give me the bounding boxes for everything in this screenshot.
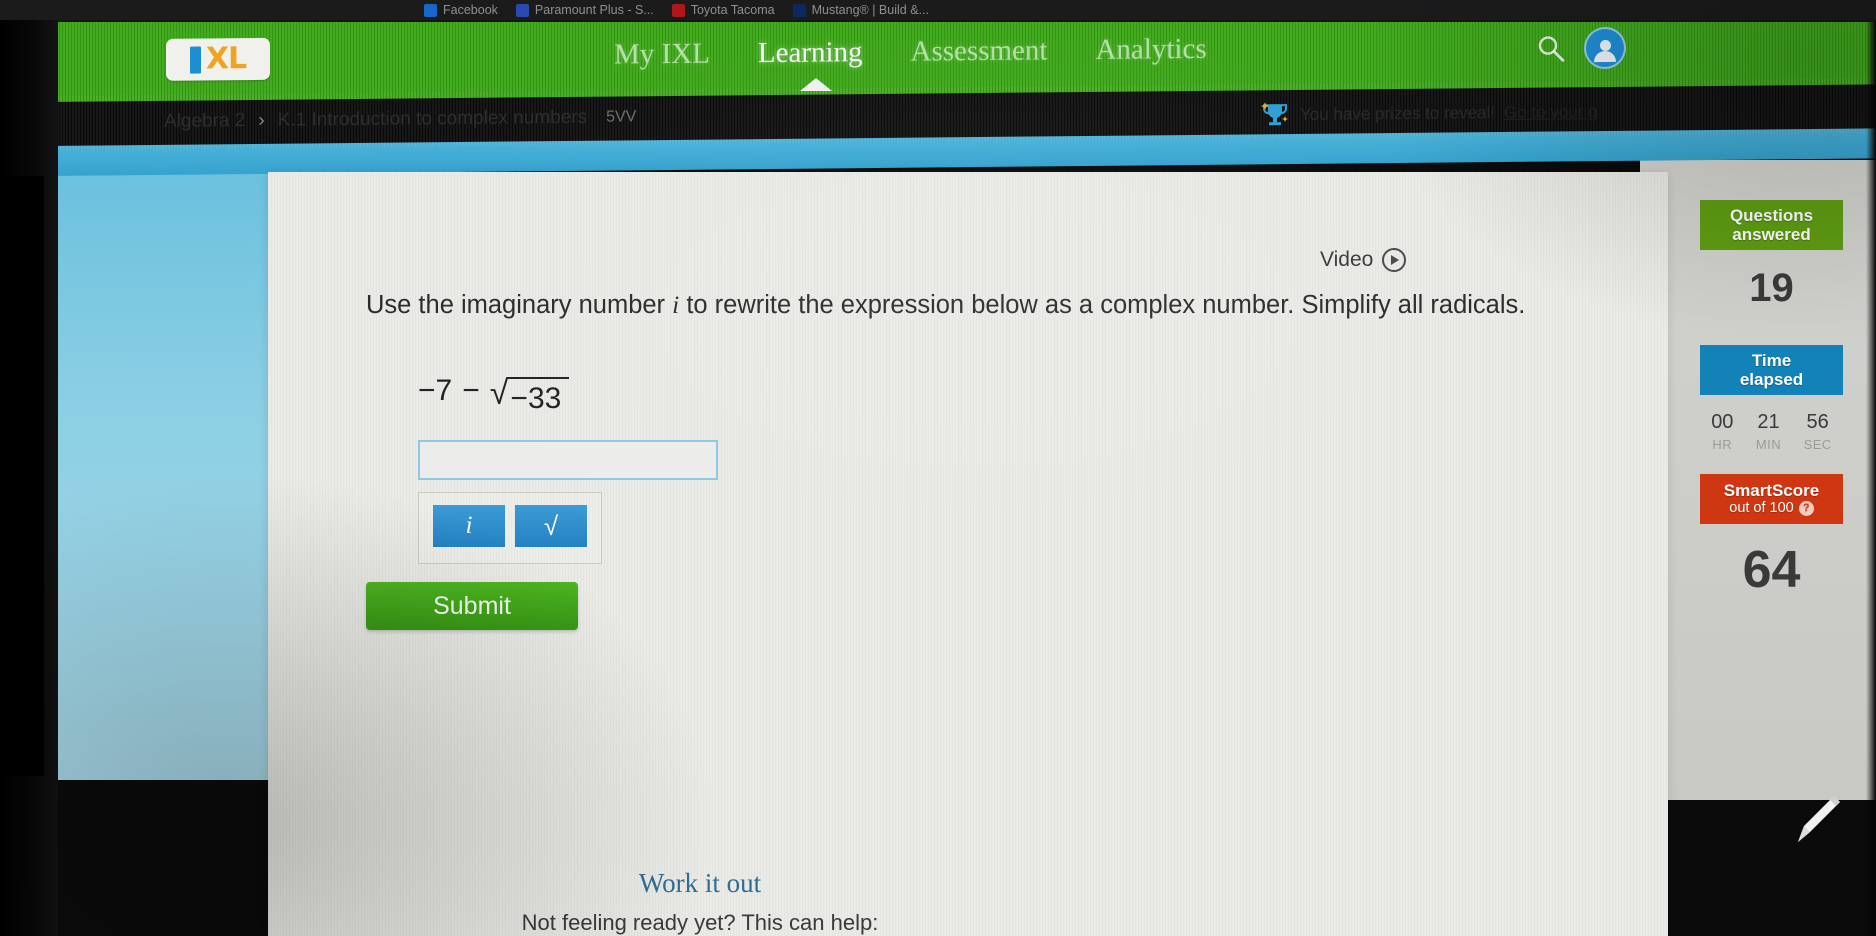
prompt-text-before: Use the imaginary number	[366, 291, 673, 319]
avatar-body	[1594, 50, 1616, 63]
browser-tab-title: Facebook	[443, 3, 498, 17]
expression-operator: −	[462, 374, 480, 407]
smartscore-value: 64	[1742, 541, 1801, 599]
questions-answered-title-2: answered	[1732, 225, 1811, 244]
not-ready-text: Not feeling ready yet? This can help:	[521, 910, 879, 935]
nav-item-learning[interactable]: Learning	[758, 36, 863, 70]
keypad-sqrt-button[interactable]: √	[515, 505, 587, 547]
timer-minutes-label: MIN	[1755, 437, 1782, 452]
timer-seconds: 56 SEC	[1804, 411, 1832, 452]
screenshot-root: Facebook Paramount Plus - S... Toyota Ta…	[0, 0, 1876, 936]
user-avatar-icon[interactable]	[1584, 26, 1626, 70]
ixl-logo[interactable]: XL	[166, 37, 270, 81]
active-nav-pointer	[800, 78, 832, 91]
prize-banner-link[interactable]: Go to your g	[1504, 102, 1598, 123]
nav-item-my-ixl[interactable]: My IXL	[614, 38, 710, 72]
expression-radical: √ −33	[490, 374, 570, 416]
browser-tab-title: Paramount Plus - S...	[534, 3, 654, 17]
smartscore-title: SmartScore	[1723, 481, 1820, 501]
timer-minutes: 21 MIN	[1756, 411, 1781, 452]
smartscore-subtitle: out of 100	[1729, 500, 1794, 517]
time-elapsed-title-2: elapsed	[1739, 370, 1804, 389]
breadcrumb-skill[interactable]: K.1 Introduction to complex numbers	[278, 107, 587, 132]
browser-tab[interactable]: Mustang® | Build &...	[789, 0, 943, 20]
browser-tab-title: Mustang® | Build &...	[811, 3, 929, 17]
facebook-icon	[424, 3, 437, 17]
question-prompt: Use the imaginary number i to rewrite th…	[366, 288, 1526, 323]
logo-i-bar	[189, 45, 201, 74]
breadcrumb-course[interactable]: Algebra 2	[164, 110, 245, 133]
skill-code: 5VV	[606, 108, 637, 126]
radical-sign-icon: √	[489, 374, 509, 412]
questions-answered-title-1: Questions	[1729, 205, 1814, 225]
pencil-icon	[1790, 790, 1842, 848]
nav-item-assessment[interactable]: Assessment	[911, 34, 1048, 68]
answer-input[interactable]	[418, 440, 718, 480]
logo-xl-text: XL	[205, 41, 247, 77]
work-it-out-link[interactable]: Work it out	[0, 868, 1400, 899]
question-mark-icon[interactable]: ?	[1798, 501, 1814, 516]
expression-radicand: −33	[508, 377, 570, 416]
timer-hours-label: HR	[1712, 437, 1733, 452]
math-expression: −7 − √ −33	[418, 374, 570, 416]
paramount-icon	[515, 3, 529, 17]
expression-leading-term: −7	[418, 374, 453, 407]
browser-tab[interactable]: Facebook	[420, 0, 512, 20]
timer-seconds-value: 56	[1806, 411, 1829, 433]
keypad-i-label: i	[465, 512, 473, 539]
browser-tab[interactable]: Toyota Tacoma	[668, 0, 789, 20]
questions-answered-badge: Questions answered	[1700, 200, 1843, 250]
play-circle-icon[interactable]	[1382, 248, 1407, 272]
search-icon[interactable]	[1536, 33, 1566, 63]
browser-tab-title: Toyota Tacoma	[690, 3, 775, 17]
smartscore-subtitle-row: out of 100 ?	[1729, 500, 1814, 516]
photo-frame-right	[1866, 22, 1876, 936]
time-elapsed-badge: Time elapsed	[1700, 345, 1843, 395]
nav-item-analytics[interactable]: Analytics	[1095, 33, 1206, 67]
chevron-right-icon: ›	[258, 109, 265, 131]
submit-button[interactable]: Submit	[366, 582, 578, 630]
toyota-icon	[671, 3, 685, 17]
photo-frame-left-inner	[0, 176, 44, 776]
timer-hours-value: 00	[1711, 411, 1734, 433]
video-label: Video	[1320, 248, 1374, 271]
prize-banner: You have prizes to reveal! Go to your g	[1259, 97, 1598, 130]
keypad-sqrt-label: √	[543, 510, 559, 541]
time-elapsed-values: 00 HR 21 MIN 56 SEC	[1700, 411, 1843, 452]
prize-banner-text: You have prizes to reveal!	[1300, 103, 1495, 124]
timer-hours: 00 HR	[1711, 411, 1733, 452]
keypad-i-button[interactable]: i	[433, 505, 505, 547]
timer-seconds-label: SEC	[1803, 437, 1832, 452]
stats-rail: Questions answered 19 Time elapsed 00 HR…	[1700, 200, 1876, 600]
ford-icon	[792, 3, 806, 17]
math-keypad: i √	[418, 492, 602, 564]
submit-button-label: Submit	[433, 591, 511, 620]
left-background-panel	[44, 160, 284, 780]
trophy-icon	[1259, 100, 1291, 130]
avatar-head	[1599, 39, 1611, 51]
work-it-out-label: Work it out	[638, 868, 762, 898]
video-link[interactable]: Video	[1320, 248, 1407, 272]
main-navigation: My IXL Learning Assessment Analytics	[614, 33, 1207, 72]
time-elapsed-title-1: Time	[1751, 350, 1792, 370]
browser-tab-strip: Facebook Paramount Plus - S... Toyota Ta…	[0, 0, 1876, 20]
smartscore-badge: SmartScore out of 100 ?	[1700, 474, 1843, 524]
questions-answered-value: 19	[1749, 266, 1794, 310]
timer-minutes-value: 21	[1757, 411, 1780, 433]
browser-tab[interactable]: Paramount Plus - S...	[512, 0, 668, 20]
breadcrumb: Algebra 2 › K.1 Introduction to complex …	[164, 106, 636, 133]
prompt-text-after: to rewrite the expression below as a com…	[679, 291, 1526, 319]
